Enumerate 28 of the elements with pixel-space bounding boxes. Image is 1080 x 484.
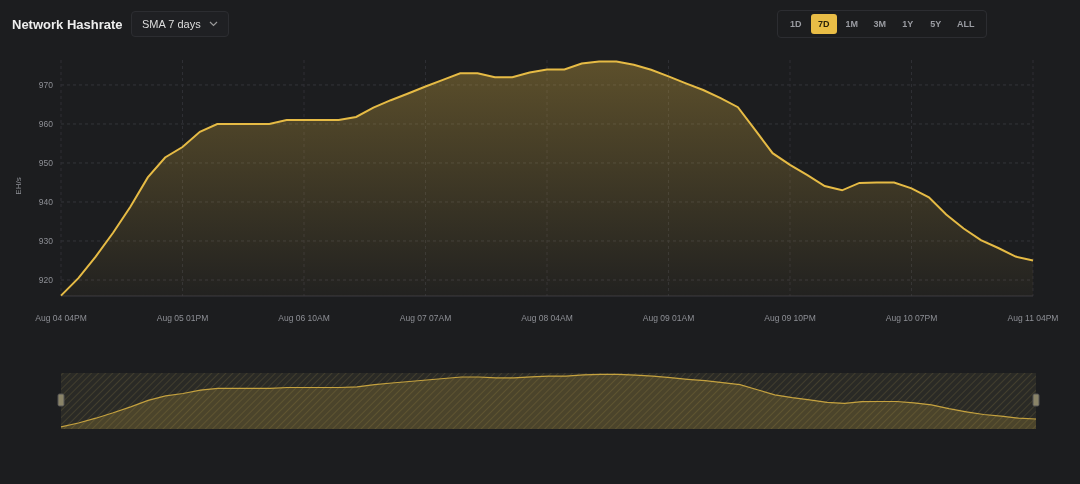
x-tick-label: Aug 04 04PM <box>35 313 87 323</box>
range-handle[interactable] <box>1032 393 1040 407</box>
range-button[interactable]: 1Y <box>894 14 921 34</box>
y-tick-label: 920 <box>38 275 53 285</box>
range-handle[interactable] <box>57 393 65 407</box>
range-button[interactable]: 7D <box>810 14 837 34</box>
range-button[interactable]: ALL <box>950 14 981 34</box>
y-tick-label: 950 <box>38 158 53 168</box>
x-tick-label: Aug 07 07AM <box>399 313 452 323</box>
range-button[interactable]: 5Y <box>922 14 949 34</box>
average-dropdown[interactable]: SMA 7 days <box>131 11 229 37</box>
y-axis-label: EH/s <box>14 177 23 195</box>
y-tick-label: 970 <box>38 79 53 90</box>
chart-title: Network Hashrate <box>12 16 124 32</box>
y-tick-label: 940 <box>38 197 53 207</box>
y-tick-label: 960 <box>38 118 53 129</box>
x-tick-label: Aug 08 04AM <box>521 313 573 323</box>
x-tick-label: Aug 06 10AM <box>278 313 330 323</box>
y-tick-label: 930 <box>38 236 53 246</box>
x-tick-label: Aug 11 04PM <box>1007 313 1059 323</box>
x-tick-label: Aug 10 07PM <box>885 313 938 323</box>
x-tick-label: Aug 09 01AM <box>642 313 695 323</box>
x-tick-label: Aug 09 10PM <box>764 313 816 323</box>
caret-icon <box>208 21 218 27</box>
x-tick-label: Aug 05 01PM <box>156 313 209 323</box>
range-button[interactable]: 1D <box>782 14 809 34</box>
range-button[interactable]: 3M <box>866 14 893 34</box>
range-button[interactable]: 1M <box>838 14 865 34</box>
